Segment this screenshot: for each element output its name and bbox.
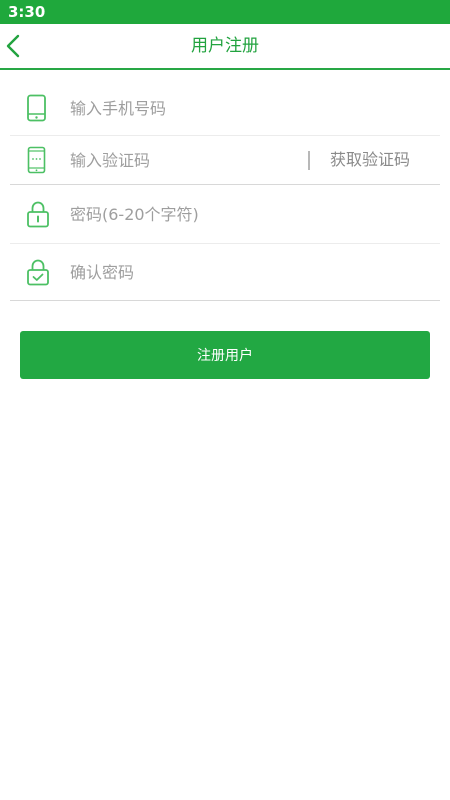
phone-input[interactable] bbox=[70, 96, 410, 120]
phone-icon bbox=[26, 94, 48, 126]
register-button[interactable]: 注册用户 bbox=[20, 331, 430, 379]
header: 用户注册 bbox=[0, 24, 450, 70]
phone-sms-icon bbox=[26, 146, 48, 178]
page-title: 用户注册 bbox=[191, 36, 259, 56]
password-row bbox=[10, 185, 440, 243]
password-input[interactable] bbox=[70, 202, 410, 226]
code-row: 获取验证码 bbox=[10, 136, 440, 184]
code-input[interactable] bbox=[70, 148, 290, 172]
confirm-row bbox=[10, 244, 440, 300]
status-bar: 3:30 bbox=[0, 0, 450, 24]
phone-row bbox=[10, 82, 440, 134]
lock-check-icon bbox=[26, 258, 50, 290]
get-code-button[interactable]: 获取验证码 bbox=[330, 148, 410, 172]
divider bbox=[10, 300, 440, 301]
code-separator bbox=[308, 151, 310, 170]
lock-icon bbox=[26, 200, 50, 232]
status-time: 3:30 bbox=[8, 3, 46, 21]
confirm-password-input[interactable] bbox=[70, 260, 410, 284]
